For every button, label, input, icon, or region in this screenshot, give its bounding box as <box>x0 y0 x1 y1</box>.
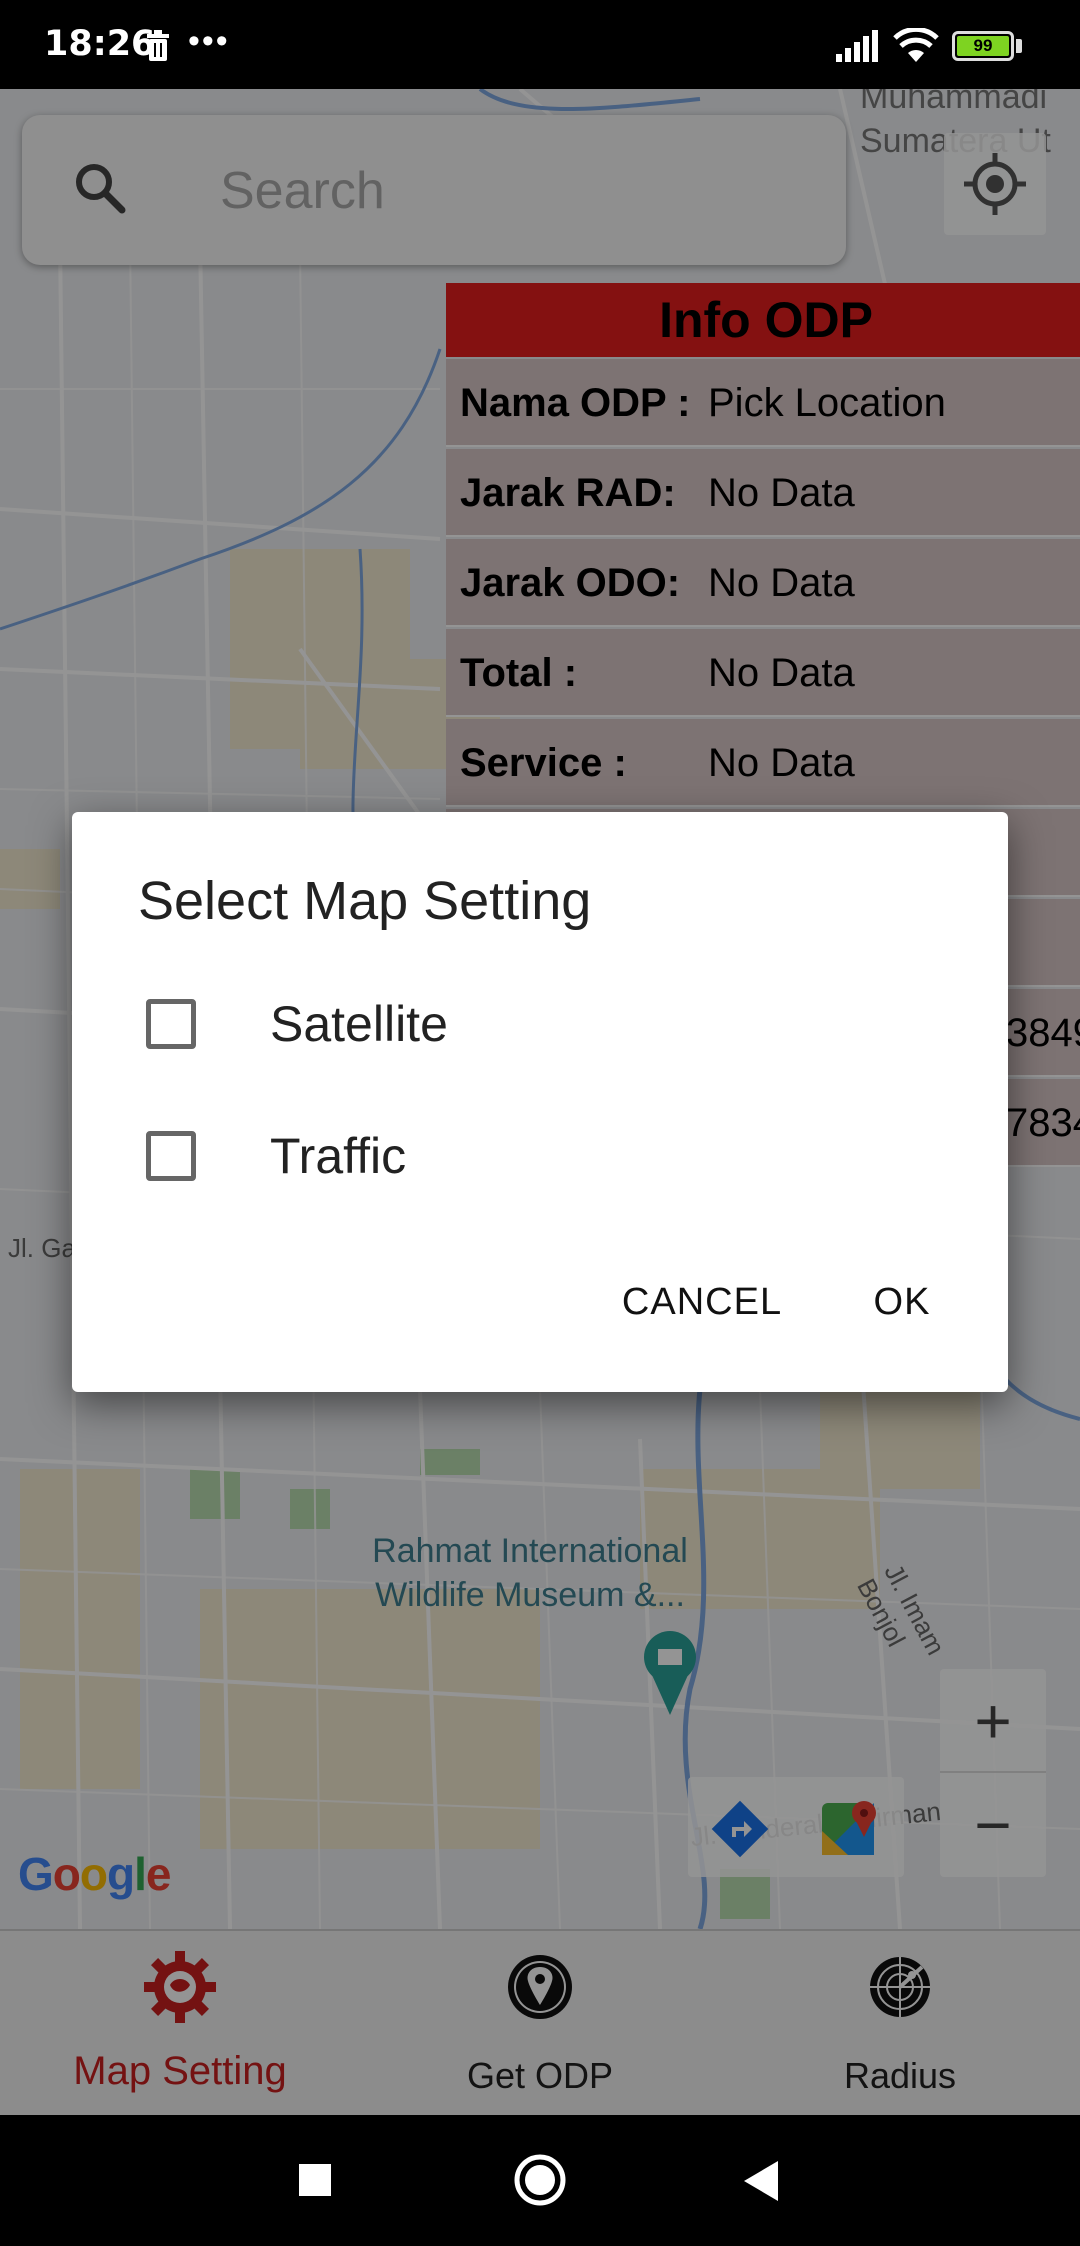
wifi-icon <box>893 26 939 69</box>
overflow-dots: ••• <box>188 22 230 60</box>
square-icon <box>299 2164 331 2196</box>
battery-level: 99 <box>957 36 1009 56</box>
system-navigation-bar <box>0 2115 1080 2246</box>
circle-icon <box>514 2154 566 2206</box>
dialog-title: Select Map Setting <box>138 871 592 931</box>
status-time: 18:26 <box>44 24 156 64</box>
option-traffic[interactable]: Traffic <box>72 1096 1008 1216</box>
cancel-button[interactable]: CANCEL <box>602 1262 802 1342</box>
ok-button[interactable]: OK <box>842 1262 962 1342</box>
option-label: Satellite <box>270 996 448 1052</box>
back-triangle-icon <box>744 2161 778 2201</box>
map-setting-dialog: Select Map Setting Satellite Traffic CAN… <box>72 812 1008 1392</box>
satellite-checkbox[interactable] <box>146 999 196 1049</box>
battery-tip <box>1016 39 1022 53</box>
option-satellite[interactable]: Satellite <box>72 964 1008 1084</box>
option-label: Traffic <box>270 1128 407 1184</box>
signal-icon <box>836 30 880 67</box>
traffic-checkbox[interactable] <box>146 1131 196 1181</box>
status-bar: 18:26 ••• 99 <box>0 0 1080 89</box>
battery-icon: 99 <box>952 31 1014 61</box>
home-button[interactable] <box>480 2115 600 2246</box>
trash-icon <box>145 30 171 67</box>
recents-button[interactable] <box>255 2115 375 2246</box>
back-button[interactable] <box>700 2115 820 2246</box>
